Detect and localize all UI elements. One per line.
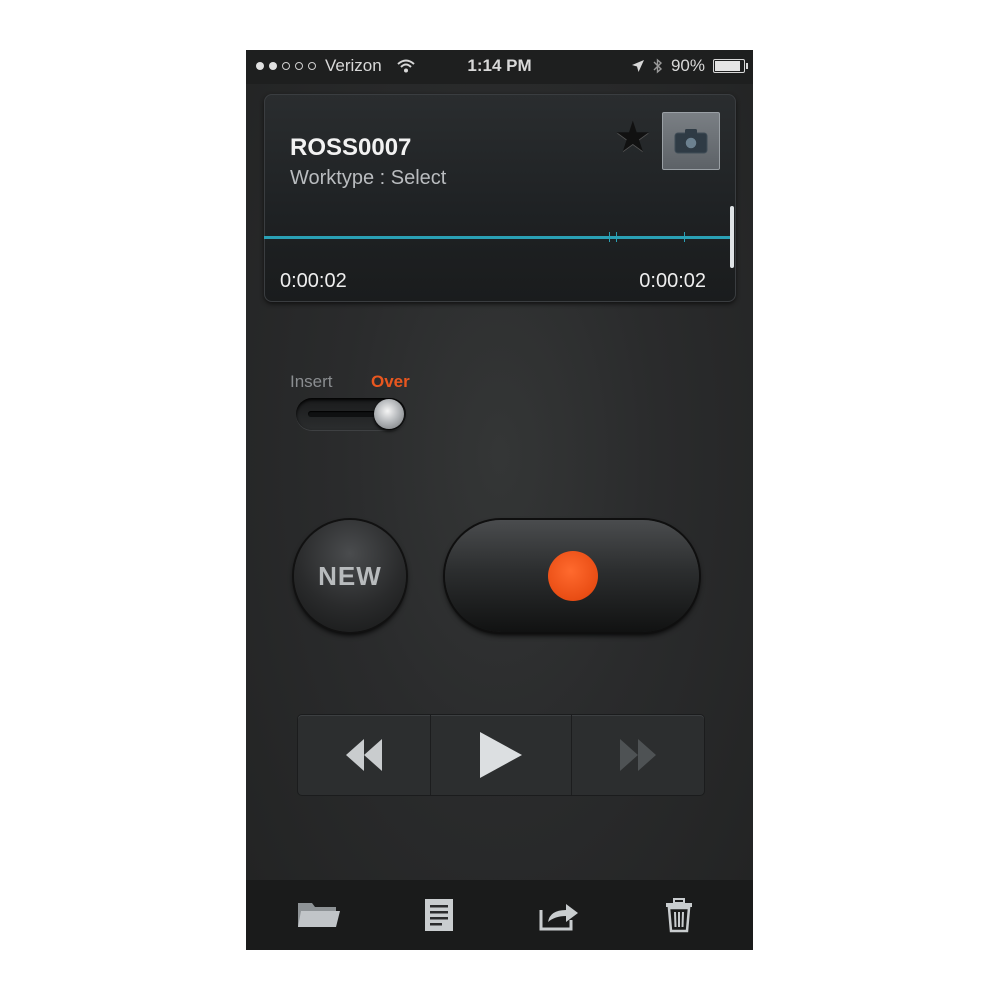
play-icon [480, 732, 522, 778]
document-icon [425, 899, 453, 931]
document-button[interactable] [379, 897, 499, 933]
play-button[interactable] [431, 715, 572, 795]
position-scrollbar[interactable] [730, 206, 734, 268]
waveform-marker [609, 232, 610, 242]
battery-percent: 90% [670, 56, 705, 75]
bluetooth-icon [653, 58, 662, 74]
playback-controls [298, 715, 704, 795]
battery-fill [715, 61, 740, 71]
waveform-marker [684, 232, 685, 242]
folder-icon [298, 903, 340, 927]
worktype-selector[interactable]: Worktype : Select [290, 167, 446, 190]
new-button-label: NEW [318, 560, 382, 591]
share-button[interactable] [499, 898, 619, 932]
camera-button[interactable] [662, 112, 720, 170]
status-bar: Verizon 1:14 PM 90% [246, 50, 753, 84]
share-icon [539, 904, 578, 931]
waveform-marker [616, 232, 617, 242]
elapsed-time: 0:00:02 [280, 270, 347, 292]
record-button[interactable] [445, 520, 699, 632]
fast-forward-icon [620, 739, 656, 771]
waveform-line[interactable] [264, 236, 730, 239]
location-icon [631, 60, 644, 72]
new-recording-button[interactable]: NEW [294, 520, 406, 632]
recording-info-card: ROSS0007 Worktype : Select ★ 0:00:02 0:0… [264, 94, 736, 302]
toggle-knob[interactable] [374, 399, 404, 429]
camera-icon [674, 129, 708, 154]
total-time: 0:00:02 [639, 270, 706, 292]
recording-name: ROSS0007 [290, 134, 412, 161]
status-right: 90% [631, 56, 748, 76]
rewind-icon [346, 739, 382, 771]
star-icon[interactable]: ★ [614, 116, 652, 158]
battery-icon [713, 59, 748, 73]
trash-button[interactable] [619, 897, 739, 933]
insert-over-toggle[interactable] [296, 398, 406, 430]
trash-icon [666, 898, 692, 933]
record-icon [548, 551, 598, 601]
insert-mode-label: Insert [290, 372, 333, 391]
phone-screen: Verizon 1:14 PM 90% ROSS0007 Worktype : … [246, 50, 753, 950]
bottom-toolbar [246, 880, 753, 950]
over-mode-label: Over [371, 372, 410, 391]
rewind-button[interactable] [298, 715, 431, 795]
fast-forward-button[interactable] [572, 715, 704, 795]
folder-button[interactable] [259, 899, 379, 931]
